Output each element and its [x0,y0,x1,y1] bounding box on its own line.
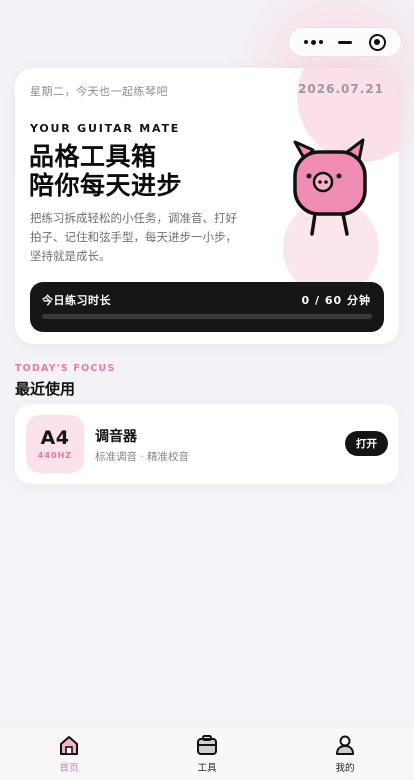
tab-home-label: 首页 [59,763,79,774]
pig-mascot-icon [293,138,367,236]
hero-description: 把练习拆成轻松的小任务，调准音、打好拍子、记住和弦手型，每天进步一小步，坚持就是… [30,211,237,263]
tuner-icon: A4 440HZ [26,415,84,473]
tool-name: 调音器 [95,429,137,445]
hero-title-line1: 品格工具箱 [29,142,157,171]
tab-home[interactable]: 首页 [0,727,138,780]
section-eyebrow: TODAY'S FOCUS [15,363,116,374]
tab-tools-label: 工具 [197,763,217,774]
recent-tool-card[interactable]: A4 440HZ 调音器 标准调音 · 精准校音 打开 [15,404,399,484]
tab-profile-label: 我的 [335,763,355,774]
minus-icon [338,40,352,44]
practice-time-panel: 今日练习时长 0 / 60 分钟 [30,282,384,332]
practice-label: 今日练习时长 [42,294,111,307]
hero-title-line2: 陪你每天进步 [29,171,183,200]
miniprogram-capsule [288,27,402,57]
tuner-icon-frequency: 440HZ [37,451,73,460]
open-button[interactable]: 打开 [345,431,388,456]
tab-tools[interactable]: 工具 [138,727,276,780]
tab-bar: 首页 工具 我的 [0,726,414,780]
date-text: 2026.07.21 [298,82,384,96]
more-icon [303,39,323,45]
minimize-button[interactable] [330,30,360,54]
more-button[interactable] [298,30,328,54]
home-icon [60,736,78,755]
target-icon [368,33,386,51]
section-title: 最近使用 [15,380,76,398]
tool-subtitle: 标准调音 · 精准校音 [95,451,190,463]
close-button[interactable] [362,30,392,54]
toolbox-icon [197,735,217,755]
page: 星期二，今天也一起练琴吧 2026.07.21 YOUR GUITAR MATE… [0,0,414,780]
profile-icon [336,735,354,755]
practice-value: 0 / 60 分钟 [301,294,371,307]
tuner-icon-note: A4 [40,427,70,449]
hero-title: 品格工具箱 陪你每天进步 [29,142,182,200]
greeting-text: 星期二，今天也一起练琴吧 [30,85,168,98]
hero-card: 星期二，今天也一起练琴吧 2026.07.21 YOUR GUITAR MATE… [15,68,399,344]
hero-eyebrow: YOUR GUITAR MATE [30,122,181,135]
tab-profile[interactable]: 我的 [276,727,414,780]
practice-progress-bar [42,314,372,319]
